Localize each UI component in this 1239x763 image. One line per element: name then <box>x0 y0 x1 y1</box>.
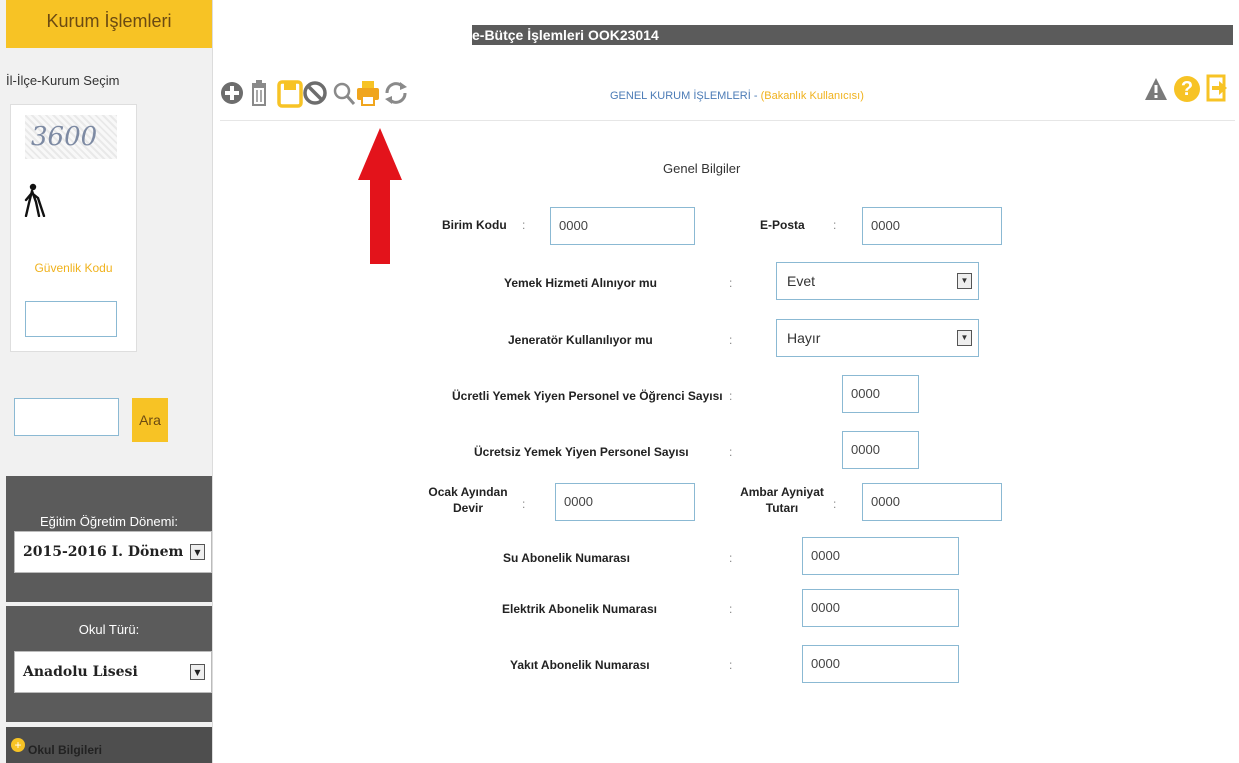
ambar-label: Ambar Ayniyat Tutarı <box>740 485 824 515</box>
security-code-label: Güvenlik Kodu <box>34 261 113 275</box>
ambar-input[interactable]: 0000 <box>862 483 1002 521</box>
term-label: Eğitim Öğretim Dönemi: <box>40 514 178 529</box>
ucretli-label: Ücretli Yemek Yiyen Personel ve Öğrenci … <box>452 389 723 403</box>
eposta-label: E-Posta <box>760 218 805 232</box>
sidebar-header: Kurum İşlemleri <box>6 0 212 48</box>
print-icon[interactable] <box>354 76 382 110</box>
elektrik-label: Elektrik Abonelik Numarası <box>502 602 657 616</box>
yakit-label: Yakıt Abonelik Numarası <box>510 658 650 672</box>
user-role: (Bakanlık Kullanıcısı) <box>760 90 864 102</box>
security-box: 3600 Güvenlik Kodu <box>10 104 137 352</box>
delete-icon[interactable] <box>246 76 274 110</box>
yemek-select-value: Evet <box>787 273 816 289</box>
colon: : <box>729 602 733 616</box>
birim-kodu-input[interactable]: 0000 <box>550 207 695 245</box>
colon: : <box>729 333 733 347</box>
eposta-input[interactable]: 0000 <box>862 207 1002 245</box>
sidebar: Kurum İşlemleri İl-İlçe-Kurum Seçim 3600… <box>0 0 213 763</box>
school-info-label: Okul Bilgileri <box>28 743 103 757</box>
school-type-value: Anadolu Lisesi <box>23 664 138 680</box>
school-type-select[interactable]: Anadolu Lisesi ▼ <box>14 651 212 693</box>
term-select[interactable]: 2015-2016 I. Dönem ▼ <box>14 531 212 573</box>
jenerator-label: Jeneratör Kullanılıyor mu <box>508 333 653 347</box>
search-button[interactable]: Ara <box>132 398 168 442</box>
school-info-link[interactable]: + Okul Bilgileri <box>6 727 212 763</box>
app-title-bar: e-Bütçe İşlemleri OOK23014 <box>472 25 1233 45</box>
school-type-label: Okul Türü: <box>78 622 140 637</box>
jenerator-select-value: Hayır <box>787 330 821 346</box>
exit-icon[interactable] <box>1206 74 1228 102</box>
colon: : <box>522 218 526 232</box>
colon: : <box>833 218 837 232</box>
colon: : <box>729 389 733 403</box>
colon: : <box>729 658 733 672</box>
elektrik-input[interactable]: 0000 <box>802 589 959 627</box>
ocak-label: Ocak Ayından Devir <box>428 485 508 515</box>
yemek-label: Yemek Hizmeti Alınıyor mu <box>504 276 657 290</box>
colon: : <box>729 276 733 290</box>
refresh-icon[interactable] <box>382 76 410 110</box>
su-input[interactable]: 0000 <box>802 537 959 575</box>
colon: : <box>833 497 837 511</box>
annotation-arrow-icon <box>358 128 402 264</box>
jenerator-select[interactable]: Hayır ▼ <box>776 319 979 357</box>
colon: : <box>729 551 733 565</box>
chevron-down-icon[interactable]: ▼ <box>190 664 205 680</box>
ucretli-input[interactable]: 0000 <box>842 375 919 413</box>
help-icon[interactable]: ? <box>1174 76 1200 102</box>
cancel-icon[interactable] <box>302 76 330 110</box>
security-code-input[interactable] <box>25 301 117 337</box>
school-type-panel: Okul Türü: Anadolu Lisesi ▼ <box>6 606 212 722</box>
su-label: Su Abonelik Numarası <box>503 551 630 565</box>
chevron-down-icon[interactable]: ▼ <box>957 330 972 346</box>
form-title: Genel Bilgiler <box>663 161 741 176</box>
ucretsiz-label: Ücretsiz Yemek Yiyen Personel Sayısı <box>474 445 689 459</box>
search-input[interactable] <box>14 398 119 436</box>
accessibility-icon[interactable] <box>23 183 47 217</box>
term-select-value: 2015-2016 I. Dönem <box>23 544 184 560</box>
page-heading: GENEL KURUM İŞLEMLERİ - (Bakanlık Kullan… <box>610 90 864 102</box>
plus-icon: + <box>11 738 25 752</box>
chevron-down-icon[interactable]: ▼ <box>190 544 205 560</box>
save-icon[interactable] <box>276 76 304 110</box>
colon: : <box>522 497 526 511</box>
ucretsiz-input[interactable]: 0000 <box>842 431 919 469</box>
birim-kodu-label: Birim Kodu <box>442 218 507 232</box>
chevron-down-icon[interactable]: ▼ <box>957 273 972 289</box>
ocak-input[interactable]: 0000 <box>555 483 695 521</box>
yemek-select[interactable]: Evet ▼ <box>776 262 979 300</box>
yakit-input[interactable]: 0000 <box>802 645 959 683</box>
location-select-label[interactable]: İl-İlçe-Kurum Seçim <box>6 73 119 88</box>
captcha-image: 3600 <box>25 115 117 159</box>
term-panel: Eğitim Öğretim Dönemi: 2015-2016 I. Döne… <box>6 476 212 602</box>
add-icon[interactable] <box>220 76 248 110</box>
colon: : <box>729 445 733 459</box>
page-heading-text: GENEL KURUM İŞLEMLERİ - <box>610 90 758 102</box>
warning-icon[interactable] <box>1144 76 1168 102</box>
toolbar: GENEL KURUM İŞLEMLERİ - (Bakanlık Kullan… <box>220 68 1235 121</box>
